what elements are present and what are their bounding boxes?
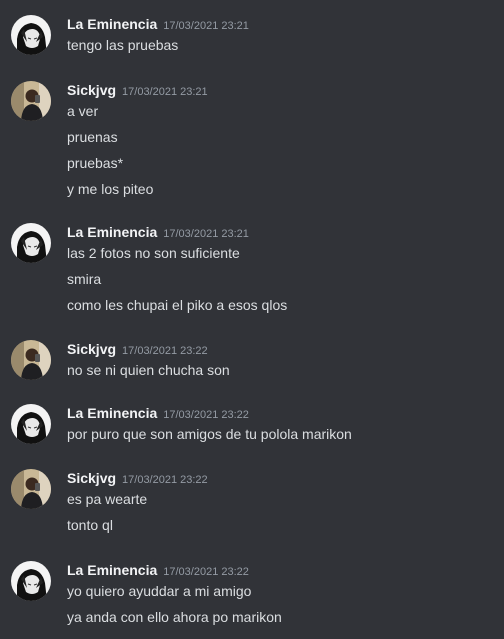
- message-header: Sickjvg 17/03/2021 23:22: [67, 340, 208, 358]
- message-text: por puro que son amigos de tu polola mar…: [67, 426, 352, 442]
- avatar[interactable]: [11, 81, 51, 121]
- timestamp: 17/03/2021 23:22: [163, 566, 249, 578]
- avatar[interactable]: [11, 340, 51, 380]
- timestamp: 17/03/2021 23:21: [163, 20, 249, 32]
- message-header: Sickjvg 17/03/2021 23:22: [67, 469, 208, 487]
- message-text: pruenas: [67, 129, 118, 145]
- message-text: tonto ql: [67, 517, 113, 533]
- message-group: La Eminencia 17/03/2021 23:22 por puro que…: [0, 404, 504, 451]
- message-header: La Eminencia 17/03/2021 23:22: [67, 404, 249, 422]
- message-text: es pa wearte: [67, 491, 148, 507]
- timestamp: 17/03/2021 23:21: [163, 228, 249, 240]
- avatar[interactable]: [11, 15, 51, 55]
- message-group: Sickjvg 17/03/2021 23:22 es pa wearte tonto…: [0, 469, 504, 542]
- avatar[interactable]: [11, 404, 51, 444]
- message-text: no se ni quien chucha son: [67, 362, 230, 378]
- message-header: Sickjvg 17/03/2021 23:21: [67, 81, 208, 99]
- timestamp: 17/03/2021 23:22: [122, 474, 208, 486]
- avatar[interactable]: [11, 561, 51, 601]
- message-text: smira: [67, 271, 102, 287]
- message-text: pruebas*: [67, 155, 124, 171]
- message-header: La Eminencia 17/03/2021 23:22: [67, 561, 249, 579]
- message-text: yo quiero ayuddar a mi amigo: [67, 583, 252, 599]
- message-group: Sickjvg 17/03/2021 23:22 no se ni quien ch…: [0, 340, 504, 387]
- message-group: Sickjvg 17/03/2021 23:21 a ver pruenas prueb…: [0, 81, 504, 206]
- message-text: como les chupai el piko a esos qlos: [67, 297, 288, 313]
- username[interactable]: La Eminencia: [67, 16, 157, 32]
- message-text: las 2 fotos no son suficiente: [67, 245, 240, 261]
- message-text: y me los piteo: [67, 181, 154, 197]
- username[interactable]: La Eminencia: [67, 562, 157, 578]
- message-text: ya anda con ello ahora po marikon: [67, 609, 282, 625]
- username[interactable]: Sickjvg: [67, 82, 116, 98]
- username[interactable]: La Eminencia: [67, 405, 157, 421]
- avatar[interactable]: [11, 469, 51, 509]
- message-group: La Eminencia 17/03/2021 23:21 las 2 fotos …: [0, 223, 504, 322]
- message-group: La Eminencia 17/03/2021 23:21 tengo las pr…: [0, 15, 504, 62]
- chat-message-list[interactable]: La Eminencia 17/03/2021 23:21 tengo las pr…: [0, 0, 504, 639]
- message-text: tengo las pruebas: [67, 37, 179, 53]
- username[interactable]: Sickjvg: [67, 470, 116, 486]
- timestamp: 17/03/2021 23:22: [122, 345, 208, 357]
- message-group: La Eminencia 17/03/2021 23:22 yo quiero ay…: [0, 561, 504, 634]
- username[interactable]: Sickjvg: [67, 341, 116, 357]
- message-text: a ver: [67, 103, 99, 119]
- timestamp: 17/03/2021 23:21: [122, 86, 208, 98]
- timestamp: 17/03/2021 23:22: [163, 409, 249, 421]
- message-header: La Eminencia 17/03/2021 23:21: [67, 223, 249, 241]
- username[interactable]: La Eminencia: [67, 224, 157, 240]
- message-header: La Eminencia 17/03/2021 23:21: [67, 15, 249, 33]
- avatar[interactable]: [11, 223, 51, 263]
